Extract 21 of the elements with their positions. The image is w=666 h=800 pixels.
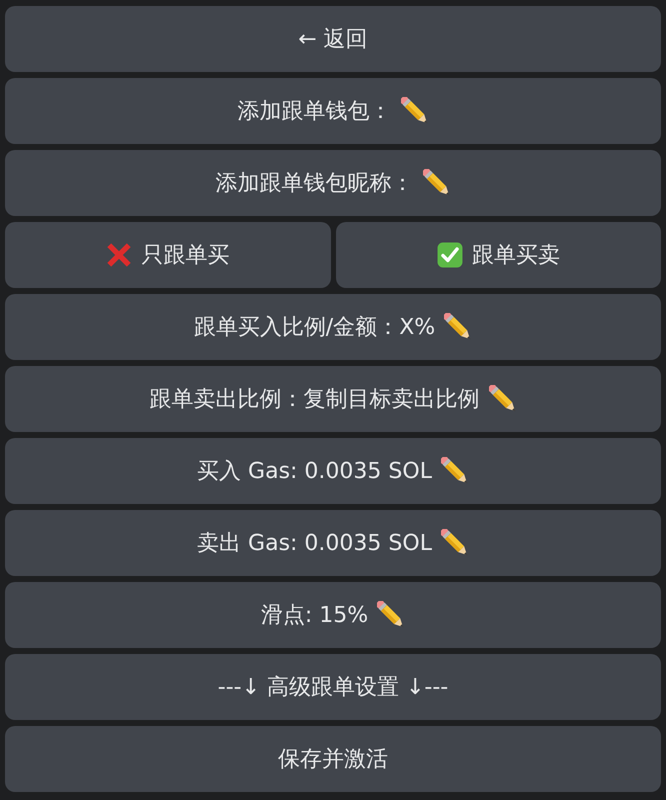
- edit-button[interactable]: 滑点: 15%: [5, 582, 661, 648]
- pencil-icon: [444, 313, 472, 341]
- option-button[interactable]: 跟单买卖: [336, 222, 661, 288]
- keyboard-button[interactable]: ---↓ 高级跟单设置 ↓---: [5, 654, 661, 720]
- edit-button[interactable]: 添加跟单钱包昵称：: [5, 150, 661, 216]
- edit-button[interactable]: 添加跟单钱包：: [5, 78, 661, 144]
- checkmark-icon: [436, 242, 463, 268]
- edit-button[interactable]: 跟单买入比例/金额：X%: [5, 294, 661, 360]
- pencil-icon: [440, 457, 469, 485]
- pencil-icon: [377, 601, 406, 629]
- keyboard-button[interactable]: 保存并激活: [5, 726, 661, 792]
- pencil-icon: [488, 385, 516, 413]
- edit-button[interactable]: 跟单卖出比例：复制目标卖出比例: [5, 366, 661, 432]
- pencil-icon: [440, 529, 469, 557]
- option-button[interactable]: 只跟单买: [5, 222, 330, 288]
- edit-button[interactable]: 买入 Gas: 0.0035 SOL: [5, 438, 661, 504]
- edit-button[interactable]: 卖出 Gas: 0.0035 SOL: [5, 510, 661, 576]
- pencil-icon: [400, 97, 428, 125]
- pencil-icon: [422, 169, 450, 197]
- keyboard-button[interactable]: ← 返回: [5, 6, 661, 72]
- cross-icon: [106, 242, 132, 268]
